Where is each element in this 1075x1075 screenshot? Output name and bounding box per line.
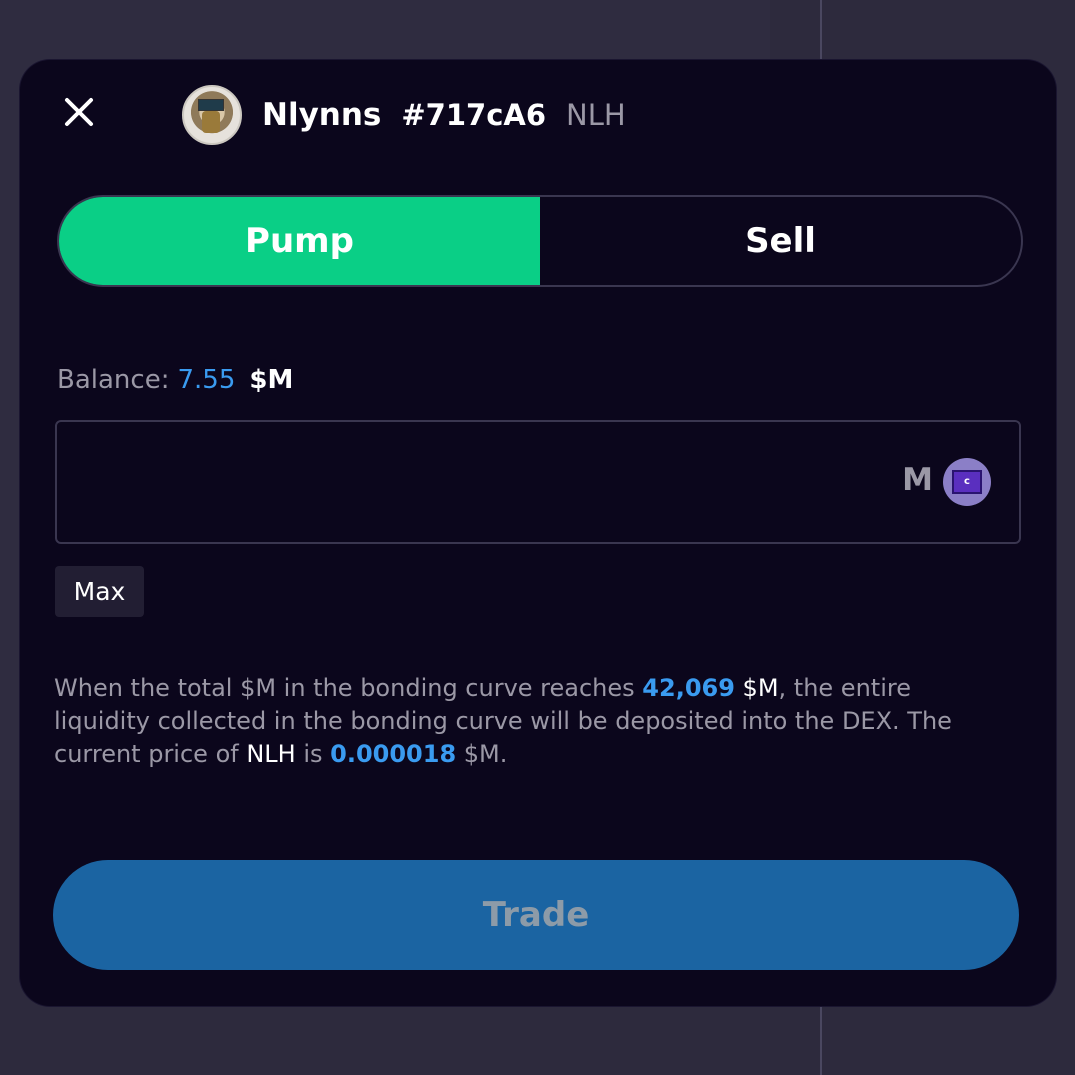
token-avatar [182,85,242,145]
pump-tab[interactable]: Pump [59,197,540,285]
balance-unit: $M [249,365,294,395]
token-symbol: NLH [566,98,626,132]
max-button[interactable]: Max [55,566,144,617]
trade-modal: Nlynns #717cA6 NLH Pump Sell Balance: 7.5… [20,60,1056,1006]
balance-value: 7.55 [177,365,236,395]
threshold-unit: $M [734,674,779,702]
info-text-4: $M. [456,740,508,768]
close-icon[interactable] [58,92,98,132]
sell-tab[interactable]: Sell [540,197,1021,285]
castle-coin-icon: c [943,458,991,506]
balance-row: Balance: 7.55 $M [57,365,293,395]
balance-label: Balance: [57,365,170,395]
info-symbol: NLH [246,740,296,768]
amount-field-box: M c [55,420,1021,544]
token-name: Nlynns [262,97,382,133]
current-price: 0.000018 [330,740,457,768]
info-text-1: When the total $M in the bonding curve r… [54,674,643,702]
amount-input[interactable] [73,452,877,514]
bonding-curve-info: When the total $M in the bonding curve r… [54,672,1004,771]
currency-letter: M [902,462,933,498]
token-id: #717cA6 [401,98,547,132]
trade-button[interactable]: Trade [53,860,1019,970]
trade-side-toggle: Pump Sell [57,195,1023,287]
token-header: Nlynns #717cA6 NLH [182,85,626,145]
threshold-value: 42,069 [642,674,735,702]
info-text-3: is [295,740,331,768]
